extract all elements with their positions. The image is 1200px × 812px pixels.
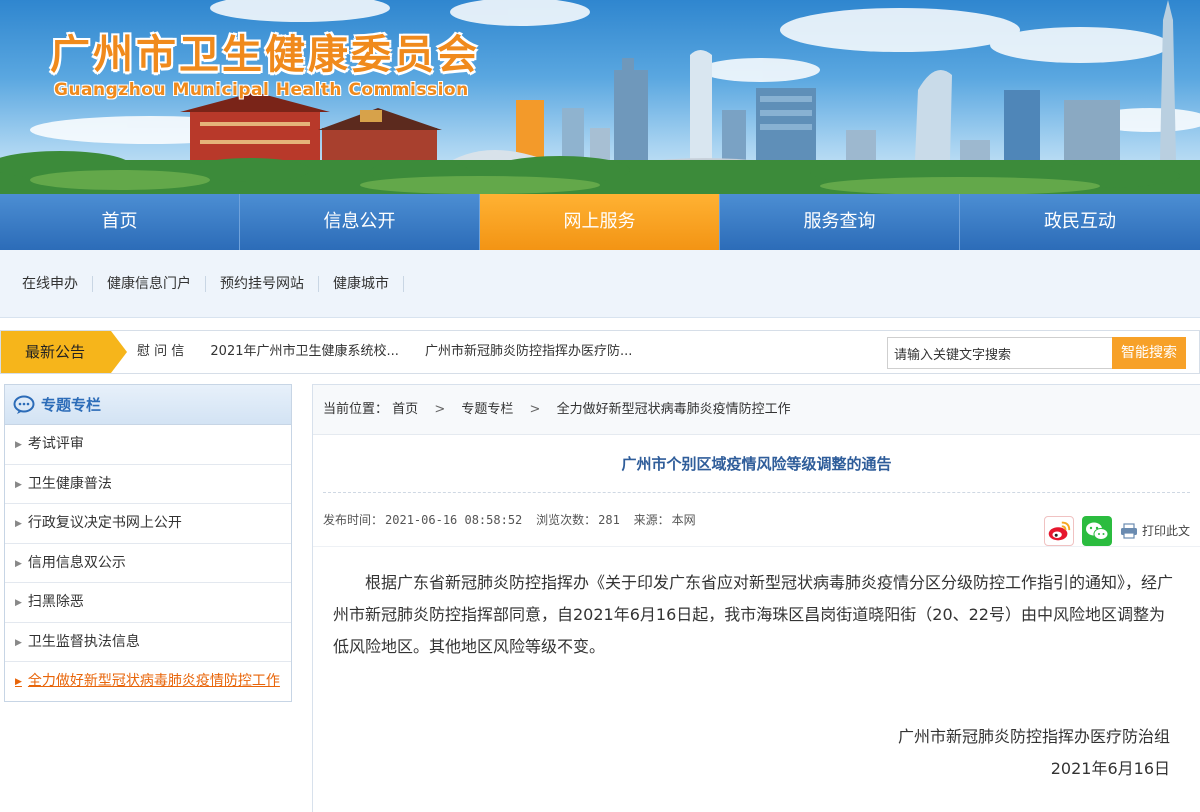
site-title: 广州市卫生健康委员会 [50,32,480,78]
sidebar-item-health-law[interactable]: ▶ 卫生健康普法 [5,465,291,504]
nav-service-query[interactable]: 服务查询 [720,194,960,250]
sidebar-item-label: 卫生健康普法 [27,475,112,492]
sub-navigation: 在线申办 健康信息门户 预约挂号网站 健康城市 [0,250,1200,318]
chevron-right-icon: ▶ [15,558,22,569]
breadcrumb-topics[interactable]: 专题专栏 [461,402,513,417]
breadcrumb-home[interactable]: 首页 [392,402,418,417]
header-banner: 广州市卫生健康委员会 Guangzhou Municipal Health Co… [0,0,1200,194]
notice-item[interactable]: 广州市新冠肺炎防控指挥办医疗防... [425,344,632,359]
views-label: 浏览次数： [536,513,597,527]
chevron-right-icon: ▶ [15,637,22,648]
chevron-right-icon: ▶ [15,519,22,529]
breadcrumb-separator: > [434,402,446,417]
article-date: 2021年6月16日 [1050,759,1170,778]
sidebar-item-label: 考试评审 [27,436,84,452]
notice-item[interactable]: 2021年广州市卫生健康系统校... [210,344,398,359]
printer-icon [1120,523,1137,539]
sidebar-item-label: 行政复议决定书网上公开 [27,515,182,531]
chevron-right-icon: ▶ [15,479,22,490]
article-body: 根据广东省新冠肺炎防控指挥办《关于印发广东省应对新型冠状病毒肺炎疫情分区分级防控… [333,573,1174,656]
notice-item[interactable]: 慰 问 信 [137,344,184,359]
sidebar-item-credit-info[interactable]: ▶ 信用信息双公示 [5,544,291,583]
article-signature: 广州市新冠肺炎防控指挥办医疗防治组 [897,727,1170,746]
print-button[interactable]: 打印此文 [1120,504,1200,558]
view-count: 281 [598,513,620,527]
topic-sidebar: 专题专栏 ▶ 考试评审 ▶ 卫生健康普法 ▶ 行政复议决定书网上公开 ▶ 信用信息双公示… [4,384,292,702]
article-panel: 当前位置： 首页 > 专题专栏 > 全力做好新型冠状病毒肺炎疫情防控工作 广州市… [312,384,1200,812]
subnav-health-portal[interactable]: 健康信息门户 [93,275,206,292]
site-subtitle: Guangzhou Municipal Health Commission [54,80,469,100]
breadcrumb-current[interactable]: 全力做好新型冠状病毒肺炎疫情防控工作 [557,402,791,417]
chevron-right-icon: ▶ [15,440,22,450]
print-label: 打印此文 [1141,524,1190,538]
speech-bubble-icon [13,395,35,414]
publish-label: 发布时间： [323,513,384,527]
nav-home[interactable]: 首页 [0,194,240,250]
subnav-appointment-site[interactable]: 预约挂号网站 [206,275,319,292]
chevron-right-icon: ▶ [15,598,22,608]
subnav-online-application[interactable]: 在线申办 [8,275,93,292]
source-value: 本网 [671,513,696,527]
nav-info-disclosure[interactable]: 信息公开 [240,194,480,250]
sidebar-item-covid[interactable]: ▶ 全力做好新型冠状病毒肺炎疫情防控工作 [5,662,291,702]
search-input[interactable] [887,337,1113,369]
source-label: 来源： [633,513,670,527]
sidebar-item-label: 信用信息双公示 [27,554,126,571]
notice-bar: 最新公告 慰 问 信 2021年广州市卫生健康系统校... 广州市新冠肺炎防控指… [0,330,1200,374]
sidebar-item-label: 全力做好新型冠状病毒肺炎疫情防控工作 [27,673,280,689]
breadcrumb-separator: > [529,402,541,417]
sidebar-item-supervision[interactable]: ▶ 卫生监督执法信息 [5,623,291,662]
weibo-icon[interactable] [1043,516,1074,546]
chevron-right-icon: ▶ [15,677,22,687]
sidebar-header: 专题专栏 [5,385,291,425]
wechat-icon[interactable] [1081,516,1112,546]
sidebar-item-exam-review[interactable]: ▶ 考试评审 [5,425,291,465]
sidebar-item-anti-crime[interactable]: ▶ 扫黑除恶 [5,583,291,623]
nav-public-interaction[interactable]: 政民互动 [960,194,1200,250]
publish-time: 2021-06-16 08:58:52 [385,513,523,527]
smart-search-button[interactable]: 智能搜索 [1112,337,1186,369]
breadcrumb-prefix: 当前位置： [323,402,389,417]
sidebar-title: 专题专栏 [41,396,102,414]
sidebar-item-label: 扫黑除恶 [27,594,84,610]
nav-online-services[interactable]: 网上服务 [480,194,720,250]
notice-list: 慰 问 信 2021年广州市卫生健康系统校... 广州市新冠肺炎防控指挥办医疗防… [137,331,654,373]
notice-label: 最新公告 [1,331,127,373]
sidebar-list: ▶ 考试评审 ▶ 卫生健康普法 ▶ 行政复议决定书网上公开 ▶ 信用信息双公示 ▶ 扫黑除… [5,425,291,702]
article-title: 广州市个别区域疫情风险等级调整的通告 [323,435,1190,493]
main-navigation: 首页 信息公开 网上服务 服务查询 政民互动 [0,194,1200,250]
sidebar-item-label: 卫生监督执法信息 [27,633,140,650]
subnav-healthy-city[interactable]: 健康城市 [319,275,404,292]
breadcrumb: 当前位置： 首页 > 专题专栏 > 全力做好新型冠状病毒肺炎疫情防控工作 [313,385,1200,435]
article-meta: 发布时间： 2021-06-16 08:58:52 浏览次数： 281 来源： 本网 [313,493,1200,547]
share-tools: 打印此文 [1043,504,1200,558]
sidebar-item-admin-review[interactable]: ▶ 行政复议决定书网上公开 [5,504,291,544]
